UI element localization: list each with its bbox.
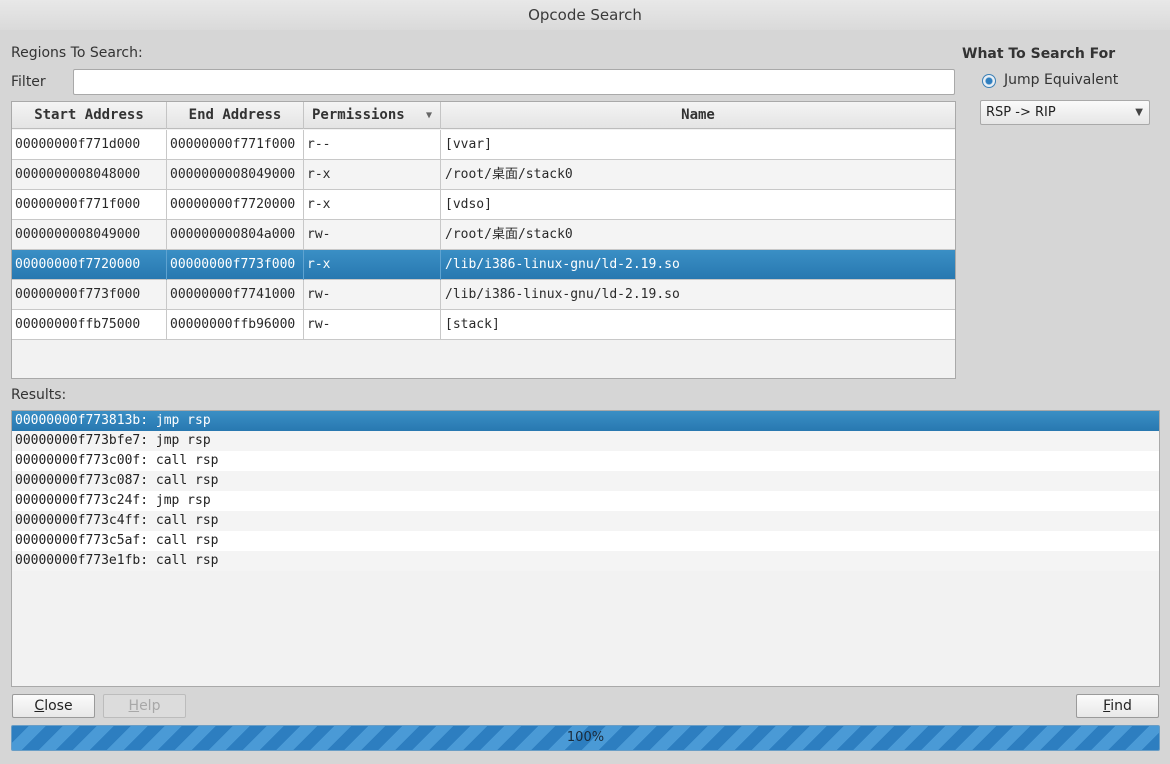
cell-start-address: 00000000f771f000 <box>12 190 167 220</box>
cell-name: /root/桌面/stack0 <box>445 167 573 182</box>
cell-end-address: 00000000f7741000 <box>167 280 304 310</box>
cell-permissions: r-x <box>304 190 441 220</box>
table-row[interactable]: 0000000008048000 0000000008049000 r-x/root… <box>12 160 955 190</box>
results-label: Results: <box>11 387 67 403</box>
cell-end-address: 00000000f771f000 <box>167 130 304 160</box>
regions-table-header: Start Address End Address Permissions ▼ … <box>12 102 955 129</box>
jump-equivalent-label[interactable]: Jump Equivalent <box>1004 72 1118 88</box>
cell-name: [stack] <box>445 317 500 332</box>
table-row[interactable]: 00000000f7720000 00000000f773f000 r-x/lib/… <box>12 250 955 280</box>
sort-descending-icon: ▼ <box>425 110 432 121</box>
list-item[interactable]: 00000000f773c087: call rsp <box>12 471 1159 491</box>
progress-bar: 100% <box>11 725 1160 751</box>
cell-name: [vvar] <box>445 137 492 152</box>
cell-end-address: 000000000804a000 <box>167 220 304 250</box>
cell-start-address: 00000000f7720000 <box>12 250 167 280</box>
cell-name: /root/桌面/stack0 <box>445 227 573 242</box>
cell-start-address: 0000000008048000 <box>12 160 167 190</box>
search-for-title: What To Search For <box>962 46 1116 62</box>
table-row[interactable]: 00000000f773f000 00000000f7741000 rw- /lib/… <box>12 280 955 310</box>
cell-start-address: 0000000008049000 <box>12 220 167 250</box>
register-select-value: RSP -> RIP <box>986 105 1056 120</box>
cell-permissions: r-x <box>304 160 441 190</box>
cell-end-address: 0000000008049000 <box>167 160 304 190</box>
table-row[interactable]: 00000000ffb75000 00000000ffb96000 rw- [stac… <box>12 310 955 340</box>
find-button[interactable]: Find <box>1076 694 1159 718</box>
cell-permissions: rw- <box>304 280 441 310</box>
progress-text: 100% <box>566 730 605 745</box>
close-button[interactable]: Close <box>12 694 95 718</box>
cell-permissions: rw- <box>304 310 441 340</box>
column-header-permissions[interactable]: Permissions ▼ <box>304 102 441 129</box>
cell-end-address: 00000000ffb96000 <box>167 310 304 340</box>
list-item[interactable]: 00000000f773c00f: call rsp <box>12 451 1159 471</box>
list-item[interactable]: 00000000f773c4ff: call rsp <box>12 511 1159 531</box>
cell-start-address: 00000000f771d000 <box>12 130 167 160</box>
cell-name: /lib/i386-linux-gnu/ld-2.19.so <box>445 287 680 302</box>
regions-table: Start Address End Address Permissions ▼ … <box>11 101 956 379</box>
column-header-permissions-label: Permissions <box>312 107 405 123</box>
filter-input[interactable] <box>73 69 955 95</box>
help-button[interactable]: Help <box>103 694 186 718</box>
table-row[interactable]: 00000000f771f000 00000000f7720000 r-x [vdso… <box>12 190 955 220</box>
list-item[interactable]: 00000000f773e1fb: call rsp <box>12 551 1159 571</box>
cell-start-address: 00000000ffb75000 <box>12 310 167 340</box>
cell-permissions: r-- <box>304 130 441 160</box>
cell-name: [vdso] <box>445 197 492 212</box>
list-item[interactable]: 00000000f773c5af: call rsp <box>12 531 1159 551</box>
regions-label: Regions To Search: <box>11 45 143 61</box>
cell-end-address: 00000000f7720000 <box>167 190 304 220</box>
list-item[interactable]: 00000000f773c24f: jmp rsp <box>12 491 1159 511</box>
filter-label: Filter <box>11 74 46 90</box>
table-row[interactable]: 0000000008049000 000000000804a000 rw- /root… <box>12 220 955 250</box>
column-header-end-address[interactable]: End Address <box>167 102 304 129</box>
cell-start-address: 00000000f773f000 <box>12 280 167 310</box>
cell-name: /lib/i386-linux-gnu/ld-2.19.so <box>445 257 680 272</box>
table-row[interactable]: 00000000f771d000 00000000f771f000 r-- [vvar… <box>12 130 955 160</box>
cell-permissions: r-x <box>304 250 441 280</box>
chevron-down-icon: ▼ <box>1135 107 1143 118</box>
window-title: Opcode Search <box>0 0 1170 30</box>
column-header-start-address[interactable]: Start Address <box>12 102 167 129</box>
column-header-name[interactable]: Name <box>441 102 955 129</box>
results-list: 00000000f773813b: jmp rsp 00000000f773bfe… <box>11 410 1160 687</box>
register-select[interactable]: RSP -> RIP ▼ <box>980 100 1150 125</box>
list-item[interactable]: 00000000f773813b: jmp rsp <box>12 411 1159 431</box>
cell-permissions: rw- <box>304 220 441 250</box>
cell-end-address: 00000000f773f000 <box>167 250 304 280</box>
list-item[interactable]: 00000000f773bfe7: jmp rsp <box>12 431 1159 451</box>
jump-equivalent-radio[interactable] <box>982 74 996 88</box>
